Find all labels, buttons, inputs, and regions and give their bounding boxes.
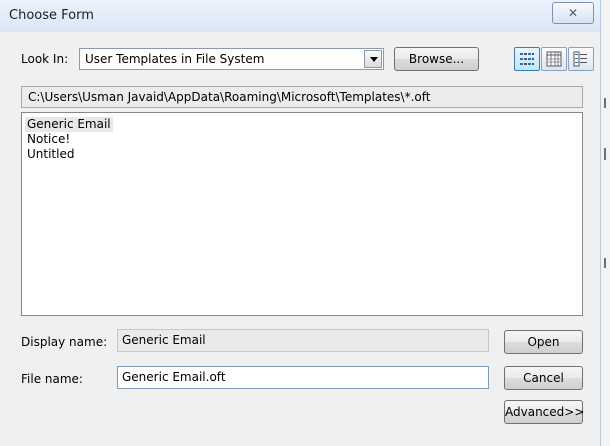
- choose-form-dialog: Choose Form ✕ Look In: User Templates in…: [0, 0, 601, 446]
- close-button[interactable]: ✕: [552, 2, 594, 24]
- cancel-button[interactable]: Cancel: [504, 366, 583, 390]
- title-bar: Choose Form ✕: [0, 0, 600, 32]
- background-window-edge: [604, 258, 606, 268]
- background-window-edge: [604, 98, 606, 108]
- advanced-button[interactable]: Advanced>>: [504, 400, 584, 424]
- details-view-icon[interactable]: [541, 47, 567, 71]
- list-view-icon[interactable]: [514, 47, 540, 71]
- list-item[interactable]: Notice!: [25, 132, 72, 147]
- browse-button[interactable]: Browse...: [394, 47, 479, 71]
- file-name-label: File name:: [21, 372, 83, 386]
- display-name-field: Generic Email: [117, 329, 489, 352]
- chevron-down-icon[interactable]: [364, 50, 382, 68]
- list-item[interactable]: Untitled: [25, 147, 76, 162]
- display-name-label: Display name:: [21, 335, 108, 349]
- open-button[interactable]: Open: [504, 330, 583, 354]
- list-item[interactable]: Generic Email: [25, 117, 113, 132]
- properties-view-icon[interactable]: [568, 47, 594, 71]
- file-name-field[interactable]: Generic Email.oft: [117, 366, 489, 389]
- look-in-label: Look In:: [21, 52, 69, 66]
- look-in-value: User Templates in File System: [85, 52, 265, 66]
- dialog-title: Choose Form: [9, 8, 94, 23]
- background-window-edge: [604, 148, 606, 160]
- folder-path: C:\Users\Usman Javaid\AppData\Roaming\Mi…: [21, 86, 583, 108]
- template-list[interactable]: Generic Email Notice! Untitled: [21, 112, 583, 316]
- look-in-dropdown[interactable]: User Templates in File System: [79, 48, 384, 70]
- close-icon: ✕: [567, 6, 579, 20]
